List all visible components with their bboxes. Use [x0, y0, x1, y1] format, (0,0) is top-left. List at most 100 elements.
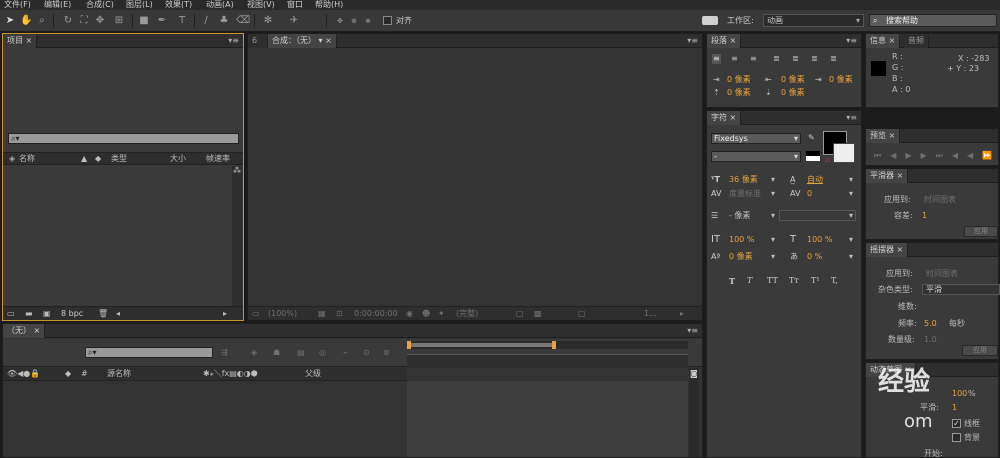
menu-layer[interactable]: 图层(L): [126, 0, 153, 10]
fast-previews-icon[interactable]: ▸: [680, 309, 684, 319]
wiggler-apply-to-value[interactable]: 时间图表: [926, 269, 958, 279]
comp-mini-flowchart-icon[interactable]: ⇶: [221, 348, 228, 358]
frame-blending-icon[interactable]: ▤: [297, 348, 305, 358]
indent-right-value[interactable]: 0 像素: [781, 75, 805, 85]
graph-editor-icon[interactable]: ⌁: [343, 348, 348, 358]
timeline-search-input[interactable]: ⌕▾: [85, 347, 213, 358]
tsume-value[interactable]: 0 %: [807, 252, 822, 262]
grid-icon[interactable]: ⊡: [336, 309, 343, 319]
col-fps[interactable]: 帧速率: [206, 154, 230, 164]
navigator-start-handle[interactable]: [407, 341, 411, 349]
panel-menu-icon[interactable]: ▾≡: [846, 34, 857, 47]
menu-animation[interactable]: 动画(A): [206, 0, 234, 10]
auto-keyframe-icon[interactable]: ⊛: [383, 348, 390, 358]
font-style-select[interactable]: - ▾: [711, 151, 801, 162]
rotate-tool-icon[interactable]: ↻: [62, 15, 74, 27]
align-right-icon[interactable]: ≡: [750, 54, 757, 64]
capture-speed-value[interactable]: 100: [952, 389, 967, 399]
col-size[interactable]: 大小: [170, 154, 186, 164]
tab-paragraph[interactable]: 段落 ×: [707, 34, 742, 48]
tolerance-value[interactable]: 1: [922, 211, 927, 221]
tracking-value[interactable]: 0: [807, 189, 812, 199]
axis-local-icon[interactable]: ✥: [334, 15, 346, 27]
roi-icon[interactable]: ▢: [516, 309, 524, 319]
navigator-end-handle[interactable]: [552, 341, 556, 349]
safe-zones-icon[interactable]: ▦: [318, 309, 326, 319]
axis-world-icon[interactable]: ⊕: [348, 15, 360, 27]
bpc-label[interactable]: 8 bpc: [61, 309, 83, 319]
time-navigator[interactable]: [407, 341, 688, 349]
menu-view[interactable]: 视图(V): [247, 0, 275, 10]
new-composition-icon[interactable]: ▣: [43, 309, 51, 319]
magnification-icon[interactable]: ▭: [252, 309, 260, 319]
puppet-tool-icon[interactable]: ✈: [288, 15, 300, 27]
axis-view-icon[interactable]: ⊗: [362, 15, 374, 27]
resolution-select[interactable]: (完整): [456, 309, 478, 319]
justify-all-icon[interactable]: ≣: [830, 54, 837, 64]
pan-behind-tool-icon[interactable]: ⊞: [113, 15, 125, 27]
justify-right-icon[interactable]: ≣: [811, 54, 818, 64]
interpret-footage-icon[interactable]: ▭: [7, 309, 15, 319]
project-search-input[interactable]: ⌕▾: [8, 133, 239, 144]
justify-left-icon[interactable]: ≣: [773, 54, 780, 64]
smoother-apply-button[interactable]: 应用: [964, 226, 998, 237]
draft-3d-icon[interactable]: ◈: [251, 348, 257, 358]
space-before-value[interactable]: 0 像素: [727, 88, 751, 98]
small-caps-button[interactable]: Tт: [789, 276, 799, 286]
shape-tool-icon[interactable]: ■: [138, 15, 150, 27]
hand-tool-icon[interactable]: ✋: [20, 15, 32, 27]
camera-tool-icon[interactable]: ⛶: [78, 15, 90, 27]
snap-checkbox[interactable]: [383, 16, 392, 25]
faux-bold-button[interactable]: T: [729, 276, 735, 286]
show-snapshot-icon[interactable]: ☻: [422, 309, 430, 319]
eraser-tool-icon[interactable]: ⌫: [236, 15, 250, 27]
faux-italic-button[interactable]: T: [747, 276, 752, 286]
font-family-select[interactable]: Fixedsys ▾: [711, 133, 801, 144]
align-left-icon[interactable]: ≡: [712, 54, 721, 64]
comp-button-icon[interactable]: ◙: [690, 369, 698, 379]
indent-left-value[interactable]: 0 像素: [727, 75, 751, 85]
col-type[interactable]: 类型: [111, 154, 127, 164]
snapshot-icon[interactable]: ◉: [406, 309, 413, 319]
tab-preview[interactable]: 预览 ×: [866, 129, 901, 143]
transparency-grid-icon[interactable]: ▩: [534, 309, 542, 319]
brush-tool-icon[interactable]: ∕: [200, 15, 212, 27]
new-folder-icon[interactable]: ▬: [25, 309, 33, 319]
vertical-scale-value[interactable]: 100 %: [729, 235, 754, 245]
baseline-shift-value[interactable]: 0 像素: [729, 252, 753, 262]
menu-file[interactable]: 文件(F): [4, 0, 31, 10]
font-size-value[interactable]: 36 像素: [729, 175, 758, 185]
help-search-input[interactable]: ⌕ 搜索帮助: [869, 14, 997, 27]
time-ruler[interactable]: [407, 354, 688, 368]
roto-brush-tool-icon[interactable]: ✻: [262, 15, 274, 27]
pen-tool-icon[interactable]: ✒: [156, 15, 168, 27]
background-checkbox[interactable]: [952, 433, 961, 442]
align-center-icon[interactable]: ≡: [731, 54, 738, 64]
channel-icon[interactable]: ✦: [438, 309, 445, 319]
tab-composition[interactable]: 合成：（无） ▾ ×: [268, 34, 337, 48]
menu-effect[interactable]: 效果(T): [165, 0, 192, 10]
tab-character[interactable]: 字符 ×: [707, 111, 742, 125]
menu-window[interactable]: 窗口: [287, 0, 303, 10]
panel-menu-icon[interactable]: ▾≡: [687, 34, 698, 47]
flowchart-icon[interactable]: ⁂: [233, 166, 241, 176]
justify-center-icon[interactable]: ≣: [792, 54, 799, 64]
clone-tool-icon[interactable]: ♣: [218, 15, 230, 27]
scroll-right-icon[interactable]: ▸: [223, 309, 227, 319]
tab-info[interactable]: 信息 ×: [866, 34, 901, 48]
stroke-type-select[interactable]: ▾: [779, 210, 856, 221]
zoom-tool-icon[interactable]: ⌕: [36, 15, 48, 27]
col-parent[interactable]: 父级: [305, 369, 321, 379]
wiggler-apply-button[interactable]: 应用: [962, 345, 998, 356]
space-after-value[interactable]: 0 像素: [781, 88, 805, 98]
menu-help[interactable]: 帮助(H): [315, 0, 343, 10]
tab-wiggler[interactable]: 摇摆器 ×: [866, 243, 909, 257]
text-tool-icon[interactable]: T: [176, 15, 188, 27]
stroke-width-value[interactable]: - 像素: [729, 211, 750, 221]
smoother-apply-to-value[interactable]: 时间图表: [924, 195, 956, 205]
menu-edit[interactable]: 编辑(E): [44, 0, 71, 10]
wireframe-checkbox[interactable]: ✓: [952, 419, 961, 428]
shy-icon[interactable]: ☗: [273, 348, 280, 358]
indent-first-value[interactable]: 0 像素: [829, 75, 853, 85]
eyedropper-icon[interactable]: ✎: [808, 133, 815, 143]
